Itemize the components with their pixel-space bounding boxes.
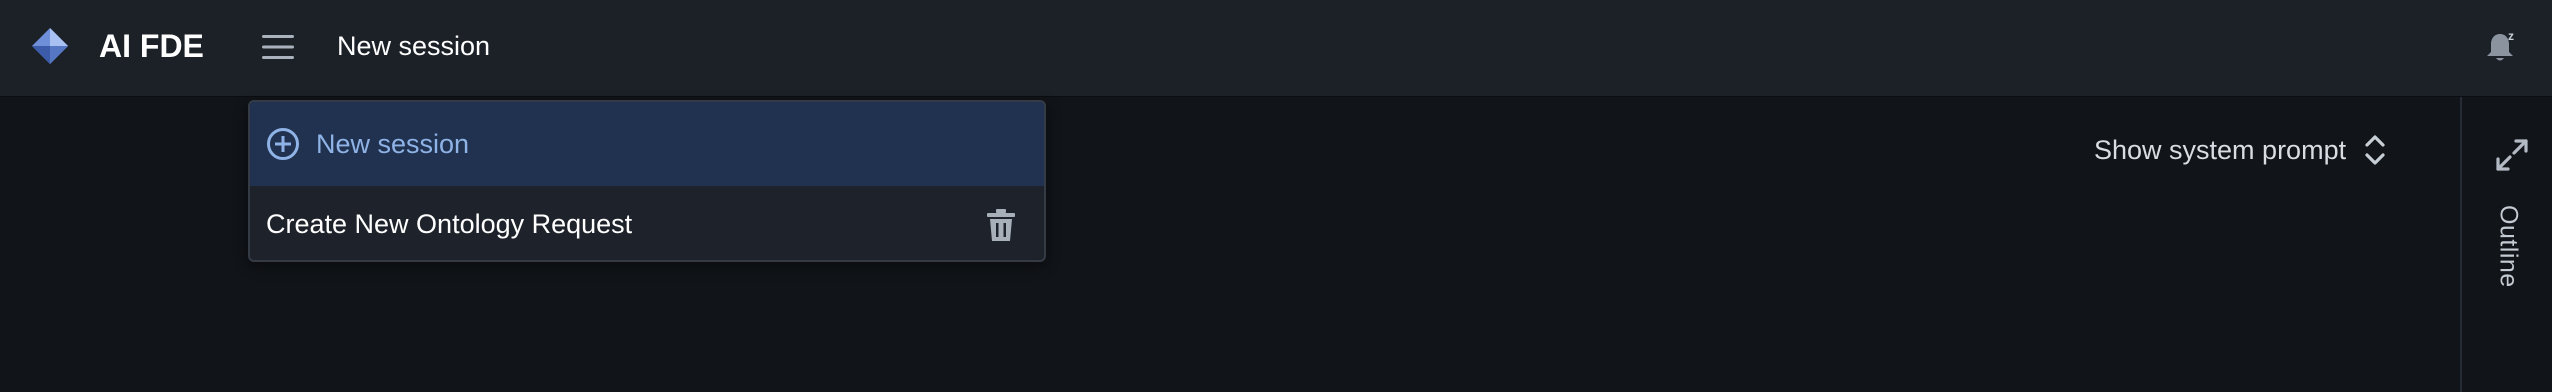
session-item[interactable]: Create New Ontology Request: [250, 186, 1044, 260]
expand-arrows-icon[interactable]: [2494, 137, 2530, 173]
svg-text:z: z: [2508, 29, 2514, 43]
notifications-button[interactable]: z: [2482, 26, 2522, 66]
hamburger-menu-icon: [262, 35, 294, 59]
outline-tab[interactable]: Outline: [2488, 205, 2528, 305]
show-system-prompt-toggle[interactable]: Show system prompt: [2094, 130, 2388, 170]
right-rail: Outline: [2460, 97, 2552, 392]
new-session-button[interactable]: New session: [250, 102, 1044, 186]
session-dropdown: New session Create New Ontology Request: [248, 100, 1046, 262]
trash-icon[interactable]: [984, 206, 1018, 244]
new-session-label: New session: [316, 128, 470, 159]
app-title[interactable]: AI FDE: [99, 24, 204, 68]
outline-label: Outline: [2494, 205, 2523, 288]
bell-snooze-icon: z: [2487, 29, 2514, 61]
show-system-prompt-label: Show system prompt: [2094, 134, 2347, 165]
chevron-up-down-icon: [2362, 132, 2388, 168]
current-session-title[interactable]: New session: [337, 26, 490, 66]
session-item-label: Create New Ontology Request: [266, 208, 633, 239]
plus-circle-icon: [266, 127, 300, 161]
top-bar: AI FDE New session z: [0, 0, 2552, 97]
diamond-logo-icon[interactable]: [30, 26, 70, 66]
menu-button[interactable]: [258, 28, 298, 66]
